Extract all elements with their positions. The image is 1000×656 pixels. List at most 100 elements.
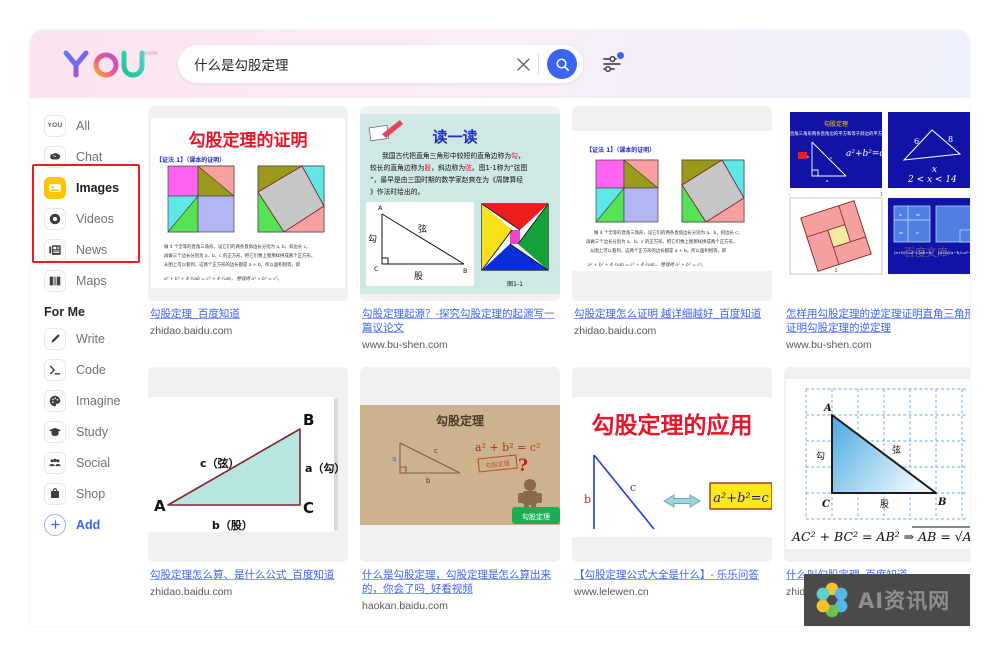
- svg-text:6: 6: [914, 137, 919, 146]
- sidebar-item-social[interactable]: Social: [40, 447, 148, 478]
- svg-text:勾股定理: 勾股定理: [824, 120, 848, 128]
- result-caption: 【勾股定理公式大全是什么】- 乐乐问答 www.lelewen.cn: [572, 562, 772, 600]
- svg-text:a² + b² + 4·½ab = c² + 4·½ab，: a² + b² + 4·½ab = c² + 4·½ab， 整理得 a² + b…: [164, 275, 282, 282]
- result-card: 勾股定理 直角三角形两条直角边的平方和等于斜边的平方 a²+b²=c² b c …: [784, 106, 970, 353]
- sidebar-label-videos: Videos: [76, 211, 114, 226]
- result-caption: 什么是勾股定理，勾股定理是怎么算出来的，你会了吗_好看视频 haokan.bai…: [360, 562, 560, 614]
- sidebar-item-write[interactable]: Write: [40, 323, 148, 354]
- search-icon: [555, 57, 569, 71]
- result-thumbnail[interactable]: 读一读 我国古代把直角三角形中较短的直角边称为勾， 较长的直角边称为股，斜边称为…: [360, 106, 560, 301]
- result-thumbnail[interactable]: 【证法 1】（课本的证明） 做 4 个全等的直角三角形，设它们的两条直角边长分别…: [572, 106, 772, 301]
- svg-text:c（弦）: c（弦）: [200, 456, 240, 470]
- result-card: 勾股定理的证明 【证法 1】（课本的证明） 做 4 个全等的直角三角形，设它们的…: [148, 106, 348, 353]
- search-bar[interactable]: [178, 45, 583, 83]
- svg-text:做 4 个全等的直角三角形，设它们的两条直角边长分别为 a,: 做 4 个全等的直角三角形，设它们的两条直角边长分别为 a, b，斜边长 c。: [164, 243, 310, 250]
- sidebar-item-news[interactable]: News: [40, 234, 148, 265]
- result-thumbnail[interactable]: 勾股定理 a b c a² + b² = c² 勾股定理 ? 勾股定理: [360, 367, 560, 562]
- sidebar-item-study[interactable]: Study: [40, 416, 148, 447]
- svg-text:a²+b²=c: a²+b²=c: [713, 491, 769, 506]
- result-thumbnail[interactable]: 勾股定理的证明 【证法 1】（课本的证明） 做 4 个全等的直角三角形，设它们的…: [148, 106, 348, 301]
- result-caption: 勾股定理_百度知道 zhidao.baidu.com: [148, 301, 348, 339]
- you-search-app: .com 什么是勾股定理 YOU All Chat Images Videos …: [30, 30, 970, 626]
- result-thumbnail[interactable]: A C B 勾 弦股 AC² + BC² = AB² ⇒ AB = √AC² + …: [784, 367, 970, 562]
- sidebar-label-imagine: Imagine: [76, 393, 121, 408]
- filters-icon[interactable]: [601, 52, 624, 75]
- sidebar-label-write: Write: [76, 331, 105, 346]
- you-badge-icon: YOU: [44, 114, 66, 137]
- svg-text:勾股定理的应用: 勾股定理的应用: [592, 412, 753, 439]
- result-caption: 勾股定理怎么证明 越详细越好_百度知道 zhidao.baidu.com: [572, 301, 772, 339]
- sidebar-item-add[interactable]: Add: [40, 509, 148, 540]
- sidebar-item-images[interactable]: Images: [40, 172, 148, 203]
- search-submit-button[interactable]: [547, 49, 577, 79]
- sidebar-label-images: Images: [76, 180, 120, 195]
- search-divider: [538, 54, 539, 74]
- result-thumbnail[interactable]: 勾股定理的应用 b c a²+b²=c: [572, 367, 772, 562]
- svg-text:a² + b² + 4·½ab = c² + 4·½ab，: a² + b² + 4·½ab = c² + 4·½ab， 整理得 a² + b…: [588, 261, 706, 268]
- svg-text:2 < x < 14: 2 < x < 14: [907, 175, 957, 185]
- svg-text:》作法时给出的。: 》作法时给出的。: [370, 187, 424, 196]
- svg-text:ab: ab: [916, 213, 920, 217]
- sidebar-label-code: Code: [76, 362, 106, 377]
- search-input[interactable]: [194, 56, 512, 72]
- svg-text:A: A: [378, 204, 383, 212]
- filters-badge: [617, 52, 624, 59]
- svg-text:从图上可以看到，这两个正方形的边长都是 a + b，所以面积: 从图上可以看到，这两个正方形的边长都是 a + b，所以面积相等，即: [164, 261, 301, 268]
- sidebar-item-videos[interactable]: Videos: [40, 203, 148, 234]
- you-logo[interactable]: .com: [62, 47, 158, 81]
- svg-text:b: b: [584, 493, 591, 506]
- svg-text:ab: ab: [899, 231, 903, 235]
- svg-text:【证法 1】（课本的证明）: 【证法 1】（课本的证明）: [156, 156, 225, 164]
- svg-text:?: ?: [518, 456, 528, 476]
- result-thumbnail[interactable]: 勾股定理 直角三角形两条直角边的平方和等于斜边的平方 a²+b²=c² b c …: [784, 106, 970, 301]
- svg-text:再做三个边长分别为 a、b、c 的正方形，把它们像上图那样拼: 再做三个边长分别为 a、b、c 的正方形，把它们像上图那样拼成两个正方形。: [586, 238, 737, 245]
- result-card: A B C c（弦） a（勾） b（股） 勾股定理怎么算、是什么公式_百度知道 …: [148, 367, 348, 614]
- svg-text:弦: 弦: [418, 223, 427, 235]
- svg-text:再做三个边长分别为 a、b、c 的正方形，把它们像上图那样拼: 再做三个边长分别为 a、b、c 的正方形，把它们像上图那样拼成两个正方形。: [164, 252, 315, 259]
- map-icon: [44, 269, 66, 292]
- result-card: 勾股定理 a b c a² + b² = c² 勾股定理 ? 勾股定理 什么是勾…: [360, 367, 560, 614]
- sidebar-item-maps[interactable]: Maps: [40, 265, 148, 296]
- sidebar-item-all[interactable]: YOU All: [40, 110, 148, 141]
- sidebar-item-shop[interactable]: Shop: [40, 478, 148, 509]
- result-thumbnail[interactable]: A B C c（弦） a（勾） b（股）: [148, 367, 348, 562]
- terminal-icon: [44, 358, 66, 381]
- watermark: AI资讯网: [804, 574, 970, 626]
- svg-text:3: 3: [835, 268, 838, 274]
- plus-circle-icon: [44, 513, 66, 536]
- result-url: zhidao.baidu.com: [150, 586, 233, 598]
- result-title[interactable]: 勾股定理怎么算、是什么公式_百度知道: [150, 568, 346, 582]
- sidebar-section-for-me: For Me: [44, 305, 85, 319]
- video-icon: [44, 207, 66, 230]
- svg-text:勾股定理: 勾股定理: [522, 512, 550, 521]
- svg-text:b: b: [426, 477, 431, 485]
- sidebar-item-chat[interactable]: Chat: [40, 141, 148, 172]
- sidebar-label-study: Study: [76, 424, 108, 439]
- clear-search-icon[interactable]: [512, 53, 534, 75]
- svg-text:读一读: 读一读: [432, 128, 477, 146]
- svg-text:勾股定理: 勾股定理: [436, 413, 484, 428]
- result-title[interactable]: 勾股定理怎么证明 越详细越好_百度知道: [574, 307, 770, 321]
- result-title[interactable]: 什么是勾股定理，勾股定理是怎么算出来的，你会了吗_好看视频: [362, 568, 558, 596]
- svg-text:c: c: [830, 155, 832, 160]
- result-caption: 勾股定理起源？-探究勾股定理的起源写一篇议论文 www.bu-shen.com: [360, 301, 560, 353]
- sidebar-label-news: News: [76, 242, 108, 257]
- svg-text:C: C: [374, 265, 379, 273]
- result-title[interactable]: 勾股定理_百度知道: [150, 307, 346, 321]
- result-url: zhidao.baidu.com: [574, 325, 657, 337]
- newspaper-icon: [44, 238, 66, 261]
- image-results-grid: 勾股定理的证明 【证法 1】（课本的证明） 做 4 个全等的直角三角形，设它们的…: [148, 98, 970, 626]
- svg-text:x: x: [932, 165, 937, 175]
- result-title[interactable]: 勾股定理起源？-探究勾股定理的起源写一篇议论文: [362, 307, 558, 335]
- bag-icon: [44, 482, 66, 505]
- result-title[interactable]: 怎样用勾股定理的逆定理证明直角三角形-证明勾股定理的逆定理: [786, 307, 970, 335]
- svg-text:c: c: [630, 481, 636, 494]
- sidebar-item-code[interactable]: Code: [40, 354, 148, 385]
- svg-text:B: B: [463, 267, 467, 275]
- sidebar-item-imagine[interactable]: Imagine: [40, 385, 148, 416]
- sidebar-label-add: Add: [76, 517, 101, 532]
- svg-text:勾: 勾: [368, 233, 377, 245]
- graduation-cap-icon: [44, 420, 66, 443]
- result-title[interactable]: 【勾股定理公式大全是什么】- 乐乐问答: [574, 568, 770, 582]
- svg-text:股: 股: [414, 271, 423, 282]
